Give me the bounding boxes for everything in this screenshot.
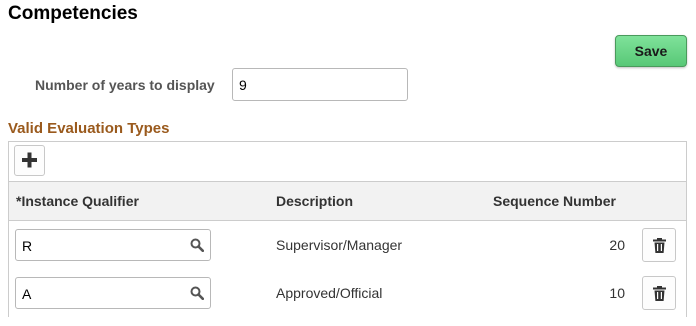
instance-qualifier-value: R — [22, 238, 33, 254]
save-button[interactable]: Save — [615, 35, 687, 67]
grid-toolbar — [9, 142, 686, 182]
evaluation-types-grid: *Instance Qualifier Description Sequence… — [8, 141, 687, 317]
column-header-sequence-number[interactable]: Sequence Number — [493, 193, 616, 209]
years-to-display-label: Number of years to display — [35, 77, 215, 93]
page-title: Competencies — [8, 3, 138, 24]
description-cell: Approved/Official — [276, 285, 383, 301]
years-to-display-input[interactable] — [232, 68, 408, 101]
delete-row-button[interactable] — [642, 228, 676, 262]
delete-row-button[interactable] — [642, 276, 676, 310]
table-row: R Supervisor/Manager 20 — [9, 221, 686, 270]
table-row: A Approved/Official 10 — [9, 269, 686, 317]
section-title: Valid Evaluation Types — [8, 120, 170, 137]
instance-qualifier-input[interactable]: R — [15, 229, 211, 261]
description-cell: Supervisor/Manager — [276, 237, 403, 253]
sequence-number-cell: 20 — [609, 237, 625, 253]
search-icon[interactable] — [190, 286, 204, 300]
trash-icon — [653, 286, 666, 301]
search-icon[interactable] — [190, 238, 204, 252]
add-row-button[interactable] — [14, 145, 45, 176]
instance-qualifier-value: A — [22, 286, 32, 302]
instance-qualifier-input[interactable]: A — [15, 277, 211, 309]
plus-icon — [22, 152, 37, 168]
column-header-instance-qualifier[interactable]: *Instance Qualifier — [16, 193, 139, 209]
sequence-number-cell: 10 — [609, 285, 625, 301]
column-header-description[interactable]: Description — [276, 193, 353, 209]
grid-header: *Instance Qualifier Description Sequence… — [9, 182, 686, 221]
trash-icon — [653, 238, 666, 253]
